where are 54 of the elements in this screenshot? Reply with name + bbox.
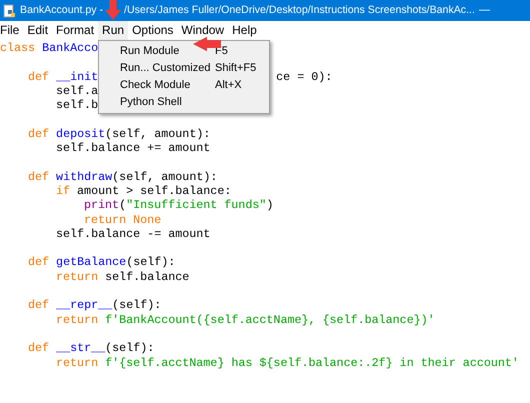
code-token: __str__ bbox=[55, 341, 106, 356]
code-token: deposit bbox=[55, 126, 106, 142]
dropdown-item[interactable]: Check Module Alt+X bbox=[99, 77, 269, 94]
pointer-arrow-icon bbox=[104, 0, 122, 20]
code-token: self.balance -= amount bbox=[56, 226, 210, 242]
shortcut-label: Alt+X bbox=[215, 78, 242, 94]
code-token: ( bbox=[119, 198, 126, 213]
code-token: class bbox=[0, 41, 36, 56]
menu-item[interactable]: Run bbox=[98, 21, 128, 40]
code-token: __repr__ bbox=[55, 298, 112, 313]
code-token: return None bbox=[84, 212, 162, 227]
code-token: self.b bbox=[56, 98, 98, 112]
menu-item[interactable]: Help bbox=[228, 21, 261, 40]
code-token: def bbox=[28, 126, 50, 142]
code-token: return bbox=[56, 356, 98, 370]
code-token: (self): bbox=[105, 341, 154, 356]
code-token: (self, amount): bbox=[112, 170, 218, 184]
code-token: getBalance bbox=[55, 255, 126, 270]
code-token: return bbox=[56, 270, 98, 284]
code-token: amount > self.balance: bbox=[76, 184, 232, 198]
minimize-button[interactable]: — bbox=[479, 2, 490, 19]
code-token: self.balance += amount bbox=[56, 141, 210, 156]
dropdown-item[interactable]: Python Shell bbox=[99, 94, 269, 111]
menu-item[interactable]: Options bbox=[128, 21, 178, 40]
shortcut-label: Shift+F5 bbox=[215, 61, 256, 76]
code-token: __init bbox=[55, 70, 98, 84]
code-token: (self): bbox=[126, 255, 176, 270]
code-token: if bbox=[56, 184, 70, 198]
menu-item[interactable]: Window bbox=[177, 21, 228, 40]
code-token: def bbox=[28, 255, 50, 270]
code-token: (self): bbox=[112, 298, 162, 313]
code-token: self.balance bbox=[104, 270, 190, 284]
menu-item[interactable]: Edit bbox=[23, 21, 52, 40]
code-token: return bbox=[56, 312, 98, 327]
code-token: def bbox=[28, 298, 50, 313]
code-token: ce = 0): bbox=[276, 70, 332, 84]
code-token: ) bbox=[266, 198, 274, 213]
code-token: withdraw bbox=[55, 170, 112, 184]
code-token: def bbox=[28, 70, 50, 84]
code-token: def bbox=[28, 341, 50, 356]
python-file-icon bbox=[3, 4, 17, 18]
window-title: BankAccount.py - bbox=[20, 2, 104, 18]
dropdown-item[interactable]: Run... Customized Shift+F5 bbox=[99, 60, 269, 77]
code-token: (self, amount): bbox=[105, 126, 210, 142]
code-token: f'{self.acctName} has ${self.balance:.2f} in their account' bbox=[104, 356, 519, 370]
window-title: /Users/James Fuller/OneDrive/Desktop/Instructions Screenshots/BankAc... bbox=[124, 2, 475, 18]
code-token: "Insufficient funds" bbox=[126, 198, 266, 213]
menu-item[interactable]: File bbox=[0, 21, 24, 40]
code-token: BankAcco bbox=[41, 41, 98, 56]
code-token: self.a bbox=[56, 84, 98, 98]
menu-item[interactable]: Format bbox=[52, 21, 98, 40]
code-token: f'BankAccount({self.acctName}, {self.balance})' bbox=[104, 312, 435, 327]
code-token: print bbox=[84, 198, 120, 213]
code-token: def bbox=[28, 170, 50, 184]
